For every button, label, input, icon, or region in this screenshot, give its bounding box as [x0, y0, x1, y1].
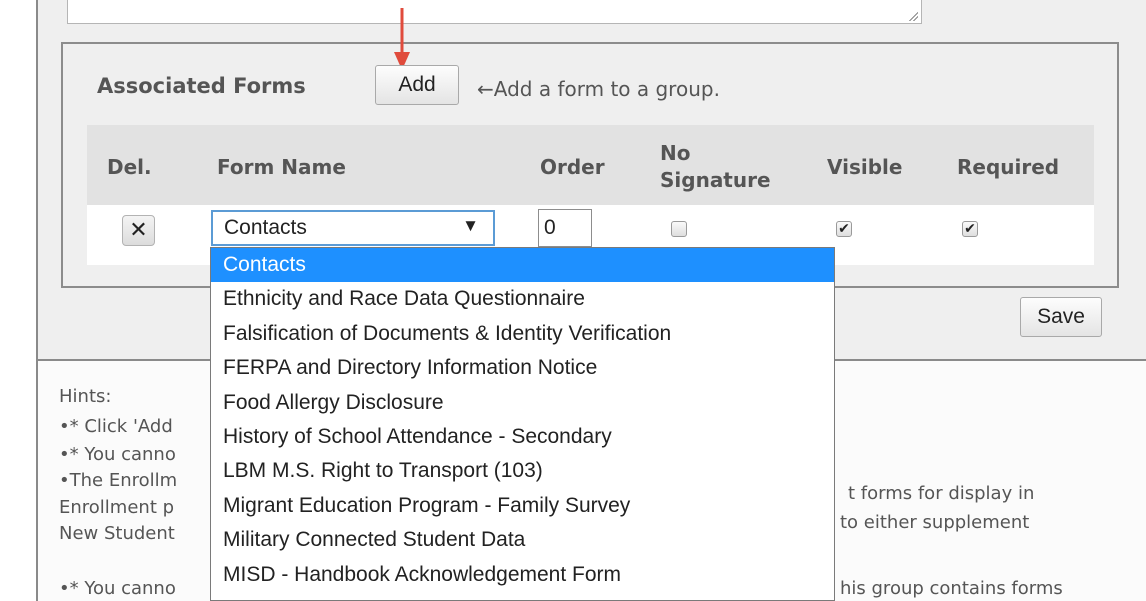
description-textarea[interactable]: [67, 0, 922, 24]
visible-checkbox[interactable]: ✔: [836, 221, 852, 237]
hint-line-5: New Student: [59, 523, 175, 544]
column-header-visible: Visible: [827, 155, 903, 179]
dropdown-option[interactable]: Ethnicity and Race Data Questionnaire: [211, 282, 834, 316]
hint-line-6-end: his group contains forms: [840, 578, 1063, 599]
hint-line-1: •* Click 'Add: [59, 416, 173, 437]
close-icon: ✕: [129, 217, 148, 243]
dropdown-option[interactable]: MISD - Handbook Acknowledgement Form: [211, 558, 834, 592]
column-header-no-signature-line1: No: [660, 141, 691, 165]
order-input[interactable]: 0: [538, 209, 592, 247]
hint-line-3-end: t forms for display in: [848, 483, 1035, 504]
add-hint-text: ←Add a form to a group.: [477, 77, 720, 101]
dropdown-option[interactable]: Migrant Education Program - Family Surve…: [211, 489, 834, 523]
dropdown-option[interactable]: Food Allergy Disclosure: [211, 386, 834, 420]
no-signature-checkbox[interactable]: [671, 221, 687, 237]
dropdown-option[interactable]: Military Connected Student Data: [211, 523, 834, 557]
column-header-form-name: Form Name: [217, 155, 346, 179]
form-name-dropdown-list[interactable]: Contacts Ethnicity and Race Data Questio…: [210, 247, 835, 601]
dropdown-option[interactable]: Falsification of Documents & Identity Ve…: [211, 317, 834, 351]
dropdown-option[interactable]: History of School Attendance - Secondary: [211, 420, 834, 454]
delete-row-button[interactable]: ✕: [122, 215, 155, 246]
resize-grip-icon[interactable]: [908, 11, 918, 21]
chevron-down-icon: ▼: [462, 216, 479, 235]
associated-forms-heading: Associated Forms: [97, 74, 306, 98]
hint-line-3: •The Enrollm: [59, 470, 178, 491]
column-header-del: Del.: [107, 155, 152, 179]
hints-title: Hints:: [59, 386, 112, 407]
dropdown-option[interactable]: LBM M.S. Right to Transport (103): [211, 454, 834, 488]
dropdown-option[interactable]: FERPA and Directory Information Notice: [211, 351, 834, 385]
save-button[interactable]: Save: [1020, 297, 1102, 337]
add-form-button[interactable]: Add: [375, 65, 459, 105]
hint-line-4: Enrollment p: [59, 497, 175, 518]
required-checkbox[interactable]: ✔: [962, 221, 978, 237]
hint-line-2: •* You canno: [59, 444, 176, 465]
dropdown-option[interactable]: Contacts: [211, 248, 834, 283]
form-name-select[interactable]: Contacts ▼: [211, 210, 495, 246]
annotation-arrow-icon: [394, 8, 410, 70]
column-header-order: Order: [540, 155, 605, 179]
form-name-select-value: Contacts: [224, 216, 307, 239]
hint-line-4-end: to either supplement: [840, 512, 1030, 533]
hint-line-6: •* You canno: [59, 578, 176, 599]
column-header-no-signature-line2: Signature: [660, 168, 771, 192]
column-header-required: Required: [957, 155, 1060, 179]
